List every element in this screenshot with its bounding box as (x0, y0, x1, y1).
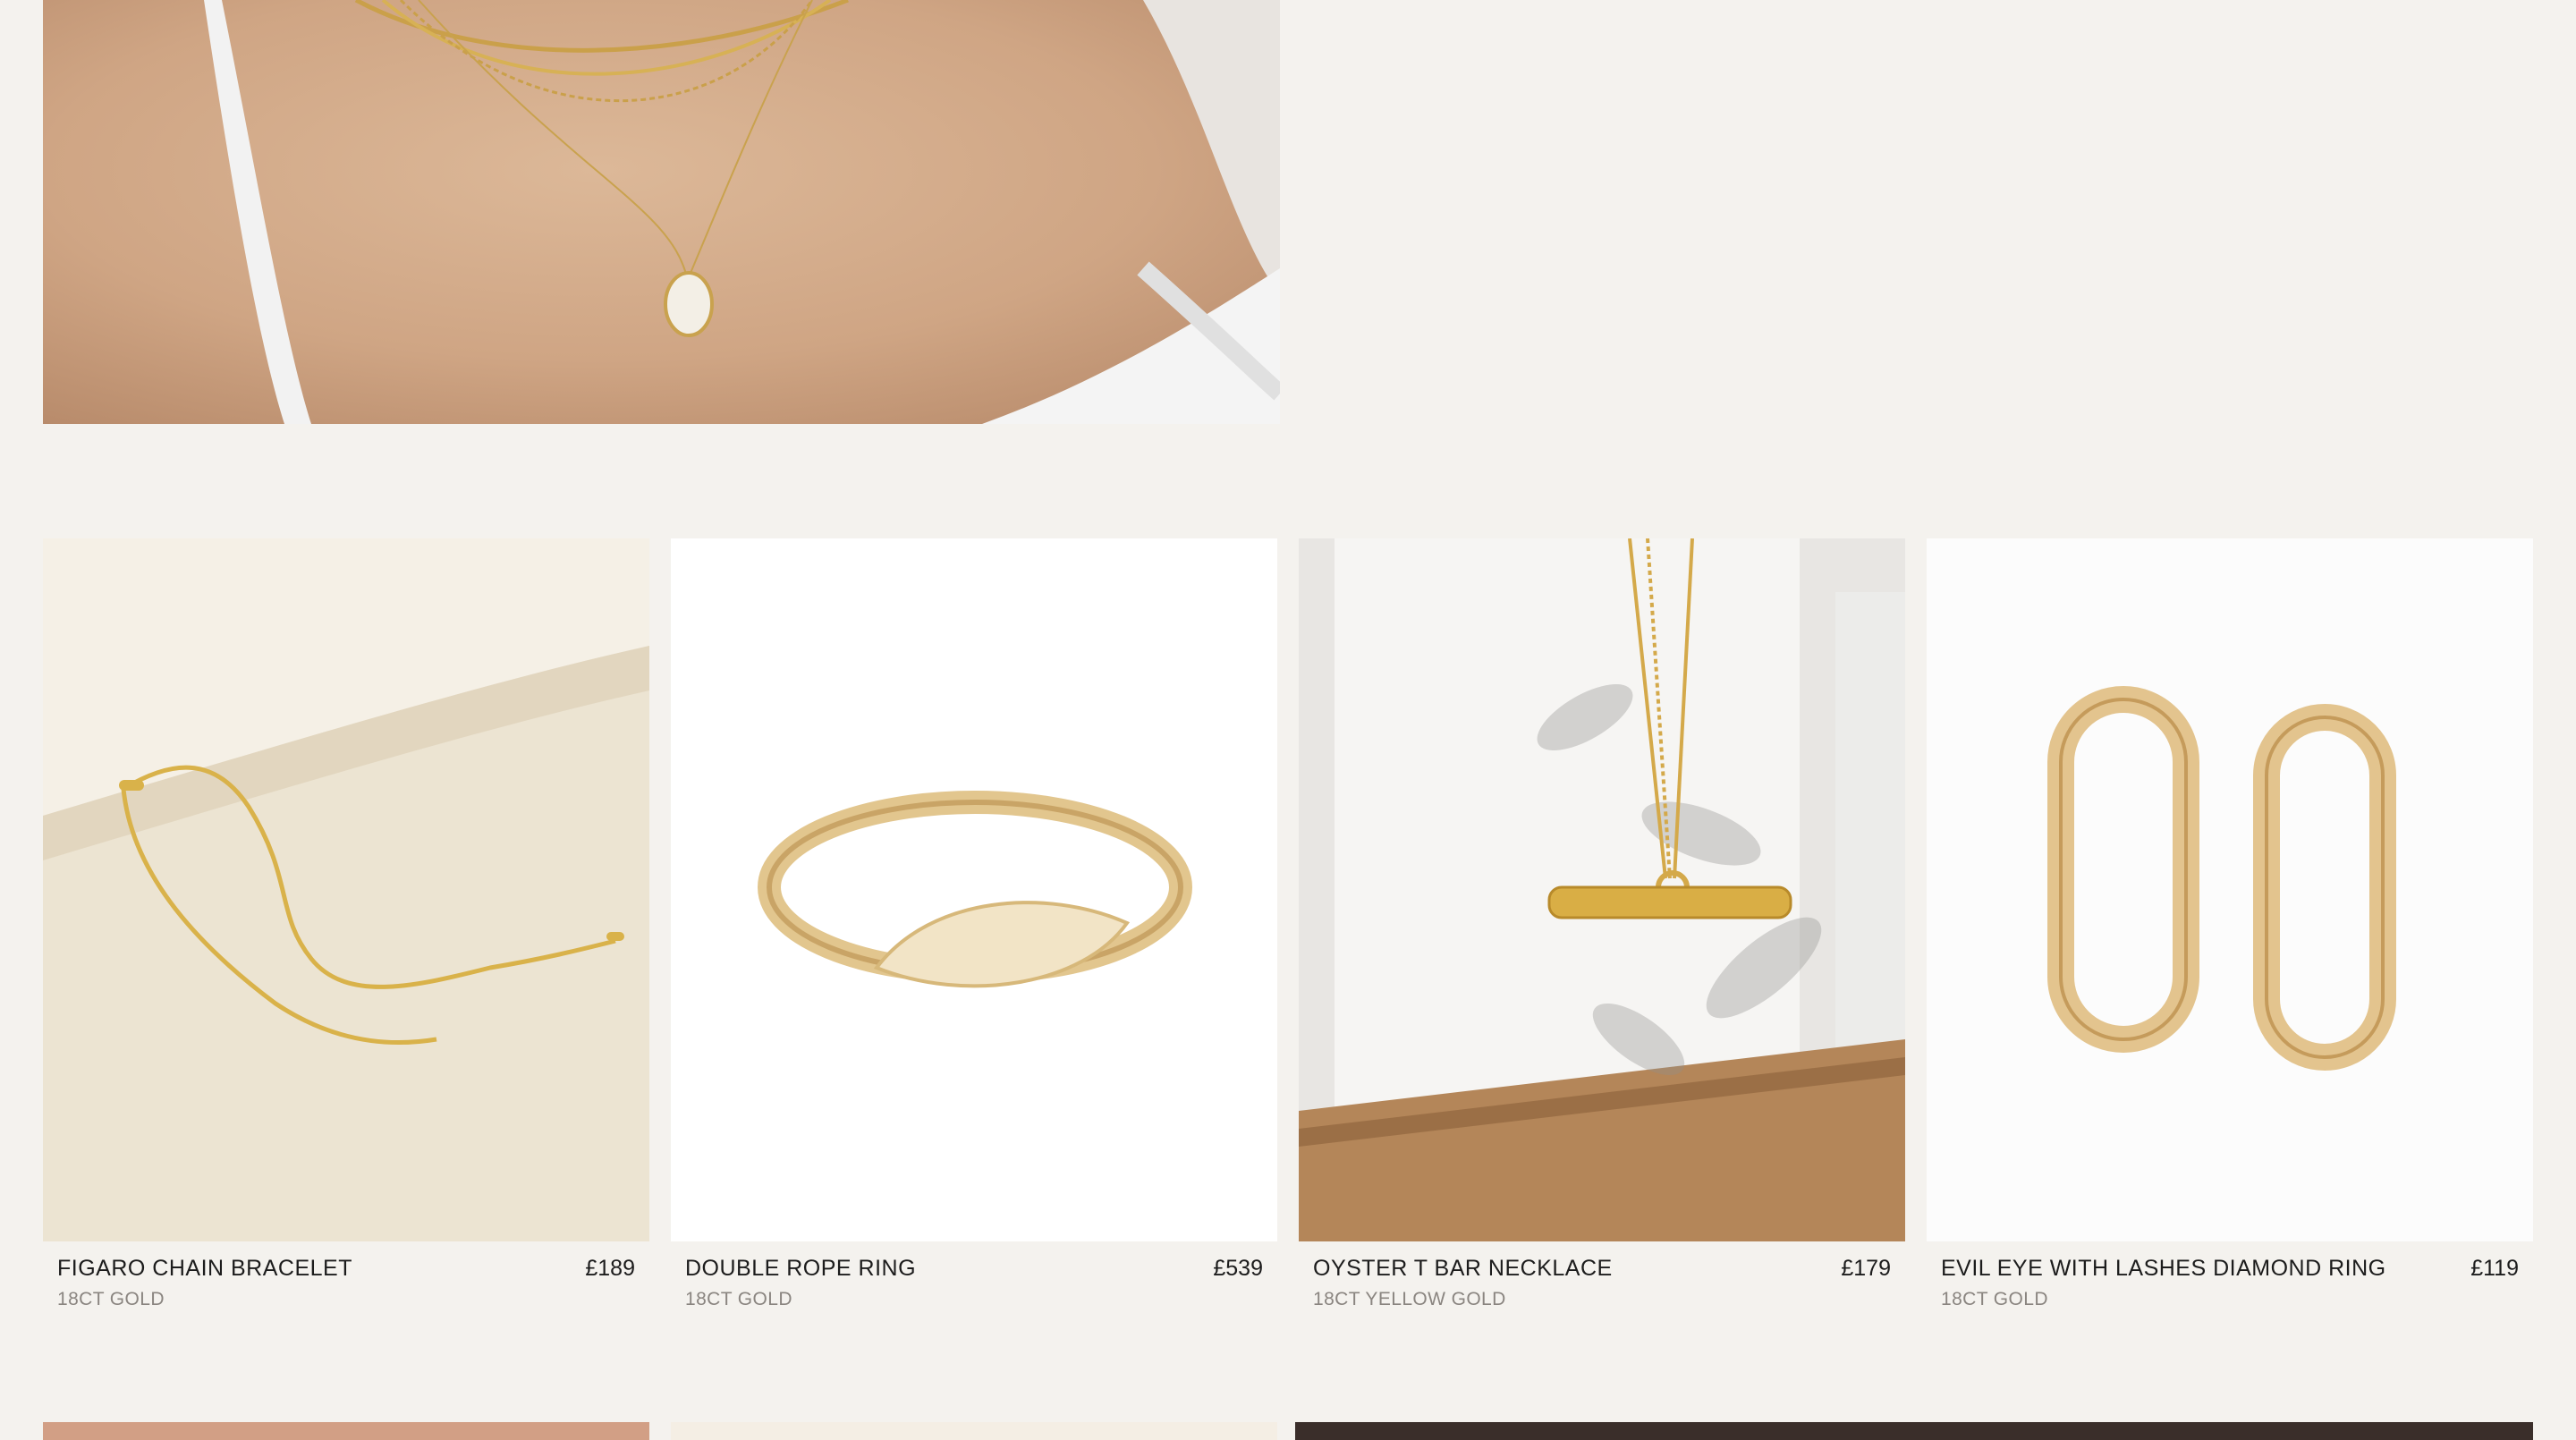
product-price: £539 (1213, 1256, 1263, 1281)
product-card[interactable]: OYSTER T BAR NECKLACE £179 18CT YELLOW G… (1299, 538, 1905, 1310)
product-image[interactable] (1927, 538, 2533, 1241)
product-price: £189 (585, 1256, 635, 1281)
hero-necklace-image[interactable] (43, 0, 1280, 424)
chain-bracelet-icon (43, 538, 649, 1241)
product-title[interactable]: FIGARO CHAIN BRACELET (57, 1256, 352, 1282)
product-image[interactable] (671, 538, 1277, 1241)
product-card[interactable]: EVIL EYE WITH LASHES DIAMOND RING £119 1… (1927, 538, 2533, 1310)
signet-ring-icon (671, 538, 1277, 1241)
product-title[interactable]: DOUBLE ROPE RING (685, 1256, 916, 1282)
product-material: 18CT GOLD (685, 1289, 792, 1309)
product-material: 18CT YELLOW GOLD (1313, 1289, 1506, 1309)
product-card[interactable]: DOUBLE ROPE RING £539 18CT GOLD (671, 538, 1277, 1310)
product-image-preview[interactable] (671, 1422, 1277, 1440)
t-bar-necklace-icon (1299, 538, 1905, 1241)
product-material: 18CT GOLD (1941, 1289, 2048, 1309)
product-title[interactable]: EVIL EYE WITH LASHES DIAMOND RING (1941, 1256, 2386, 1282)
product-image[interactable] (1299, 538, 1905, 1241)
promo-image-preview[interactable] (1295, 1422, 2533, 1440)
next-product-row (43, 1422, 2533, 1440)
product-price: £179 (1841, 1256, 1891, 1281)
hoop-earrings-icon (1927, 538, 2533, 1241)
product-grid: FIGARO CHAIN BRACELET £189 18CT GOLD DOU… (43, 538, 2533, 1310)
product-image[interactable] (43, 538, 649, 1241)
product-image-preview[interactable] (43, 1422, 649, 1440)
product-card[interactable]: FIGARO CHAIN BRACELET £189 18CT GOLD (43, 538, 649, 1310)
hero-necklace-photo (43, 0, 1280, 424)
product-title[interactable]: OYSTER T BAR NECKLACE (1313, 1256, 1613, 1282)
product-price: £119 (2470, 1256, 2519, 1281)
product-material: 18CT GOLD (57, 1289, 165, 1309)
